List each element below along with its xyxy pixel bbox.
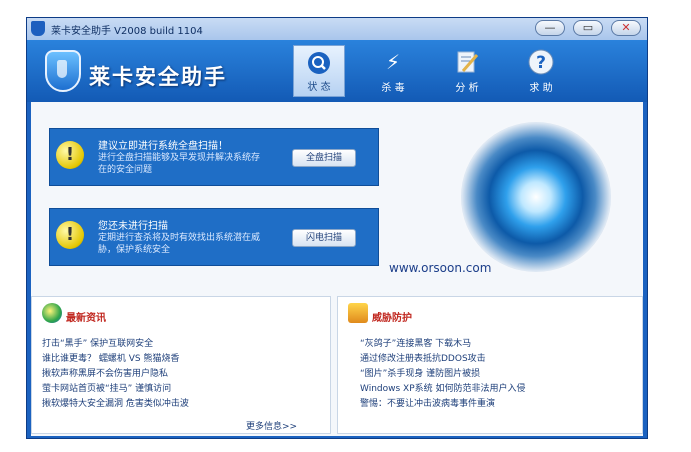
watermark-text: www.orsoon.com (389, 261, 492, 275)
tab-analysis-label: 分 析 (455, 83, 479, 94)
alert-heading: 您还未进行扫描 (98, 221, 168, 232)
alert-quick-scan: ! 您还未进行扫描 定期进行查杀将及时有效找出系统潜在威胁，保护系统安全 闪电扫… (49, 208, 379, 266)
threat-item[interactable]: “图片”杀手现身 谨防图片被损 (360, 367, 526, 382)
tab-help[interactable]: ? 求 助 (515, 45, 567, 97)
news-item[interactable]: 揪软爆特大安全漏洞 危害类似冲击波 (42, 397, 189, 412)
analysis-icon (454, 49, 480, 75)
news-item[interactable]: 谁比谁更毒？ 蠕螺机 VS 熊猫烧香 (42, 352, 189, 367)
threat-item[interactable]: Windows XP系统 如何防范非法用户入侵 (360, 382, 526, 397)
alert-text: 进行全盘扫描能够及早发现并解决系统存在的安全问题 (98, 153, 261, 175)
news-panel: 最新资讯 打击“黑手” 保护互联网安全 谁比谁更毒？ 蠕螺机 VS 熊猫烧香 揪… (31, 296, 331, 434)
warning-icon: ! (56, 141, 84, 169)
more-info-link[interactable]: 更多信息>> (246, 419, 297, 432)
help-icon: ? (528, 49, 554, 75)
close-button[interactable]: ✕ (611, 20, 641, 36)
tab-kill-virus-label: 杀 毒 (381, 83, 405, 94)
app-window: 莱卡安全助手 V2008 build 1104 — ▭ ✕ 莱卡安全助手 状 态… (26, 17, 648, 439)
quick-scan-button[interactable]: 闪电扫描 (292, 229, 356, 247)
threat-item[interactable]: 警惕：不要让冲击波病毒事件重演 (360, 397, 526, 412)
svg-text:?: ? (536, 53, 546, 73)
news-title: 最新资讯 (66, 313, 106, 324)
minimize-button[interactable]: — (535, 20, 565, 36)
threat-item[interactable]: 通过修改注册表抵抗DDOS攻击 (360, 352, 526, 367)
tab-status-label: 状 态 (307, 82, 331, 93)
tab-status[interactable]: 状 态 (293, 45, 345, 97)
lightning-icon: ⚡ (385, 50, 401, 74)
tab-kill-virus[interactable]: ⚡ 杀 毒 (367, 45, 419, 97)
threat-panel: 威胁防护 “灰鸽子”连接黑客 下载木马 通过修改注册表抵抗DDOS攻击 “图片”… (337, 296, 643, 434)
magnifier-icon (306, 50, 332, 76)
status-orb-icon (461, 122, 611, 272)
news-item[interactable]: 萤卡网站首页被“挂马” 谨慎访问 (42, 382, 189, 397)
app-icon (31, 21, 45, 36)
news-item[interactable]: 打击“黑手” 保护互联网安全 (42, 337, 189, 352)
threat-list: “灰鸽子”连接黑客 下载木马 通过修改注册表抵抗DDOS攻击 “图片”杀手现身 … (360, 337, 526, 412)
warning-icon: ! (56, 221, 84, 249)
threat-item[interactable]: “灰鸽子”连接黑客 下载木马 (360, 337, 526, 352)
window-title: 莱卡安全助手 V2008 build 1104 (51, 26, 203, 37)
shield-logo-icon (45, 50, 81, 92)
news-item[interactable]: 揪软声称黑屏不会伤害用户隐私 (42, 367, 189, 382)
full-scan-button[interactable]: 全盘扫描 (292, 149, 356, 167)
threat-shield-icon (348, 303, 368, 323)
brand-name: 莱卡安全助手 (89, 65, 227, 89)
tab-analysis[interactable]: 分 析 (441, 45, 493, 97)
threat-title: 威胁防护 (372, 313, 412, 324)
title-bar[interactable]: 莱卡安全助手 V2008 build 1104 — ▭ ✕ (27, 18, 647, 40)
tab-help-label: 求 助 (529, 83, 553, 94)
restore-button[interactable]: ▭ (573, 20, 603, 36)
alert-text: 定期进行查杀将及时有效找出系统潜在威胁，保护系统安全 (98, 233, 261, 255)
news-list: 打击“黑手” 保护互联网安全 谁比谁更毒？ 蠕螺机 VS 熊猫烧香 揪软声称黑屏… (42, 337, 189, 412)
alert-heading: 建议立即进行系统全盘扫描！ (98, 141, 228, 152)
status-content: ! 建议立即进行系统全盘扫描！ 进行全盘扫描能够及早发现并解决系统存在的安全问题… (31, 102, 643, 436)
alert-full-scan: ! 建议立即进行系统全盘扫描！ 进行全盘扫描能够及早发现并解决系统存在的安全问题… (49, 128, 379, 186)
news-globe-icon (42, 303, 62, 323)
